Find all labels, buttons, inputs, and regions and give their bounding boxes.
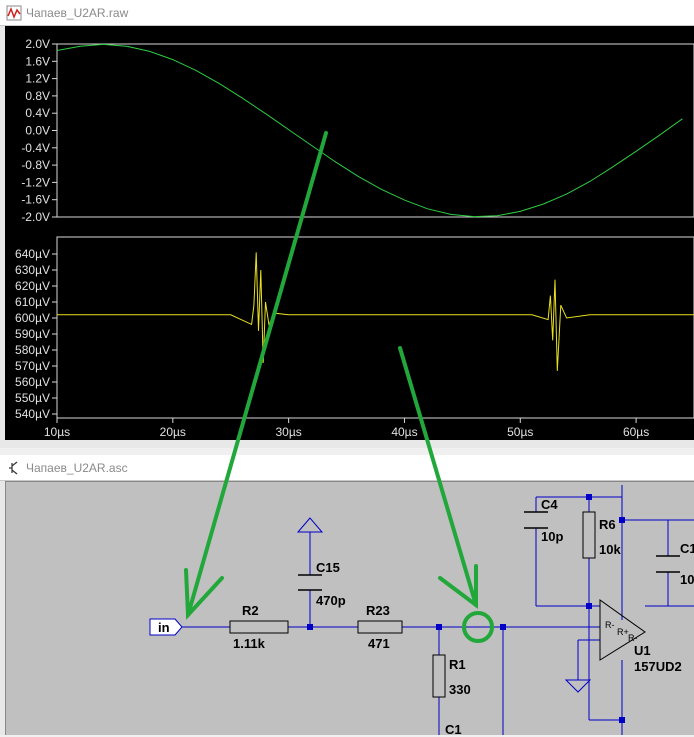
y-tick-label: -2.0V: [21, 210, 50, 224]
y-tick-label: -0.8V: [21, 158, 50, 172]
x-tick-label: 30µs: [276, 425, 302, 439]
trace-top-sine: [56, 43, 683, 218]
y-tick-label: 630µV: [15, 263, 50, 277]
y-tick-label: 640µV: [15, 247, 50, 261]
schematic-window: Чапаев_U2AR.asc: [0, 455, 694, 735]
waveform-titlebar[interactable]: Чапаев_U2AR.raw: [0, 0, 694, 26]
schematic-titlebar[interactable]: Чапаев_U2AR.asc: [0, 455, 694, 481]
y-tick-label: 1.2V: [25, 72, 50, 86]
x-tick-label: 40µs: [391, 425, 417, 439]
waveform-window: Чапаев_U2AR.raw 2.0V 1.6V 1.2V 0.8V 0.4V 0.0V…: [0, 0, 694, 448]
y-tick-label: 610µV: [15, 295, 50, 309]
waveform-viewer-icon: [6, 5, 22, 21]
y-tick-label: -0.4V: [21, 141, 50, 155]
y-tick-label: 540µV: [15, 407, 50, 421]
y-tick-label: 0.4V: [25, 106, 50, 120]
y-tick-label: 0.8V: [25, 89, 50, 103]
plot-canvas[interactable]: 2.0V 1.6V 1.2V 0.8V 0.4V 0.0V -0.4V -0.8V -1.2V -…: [5, 26, 694, 440]
y-tick-label: 580µV: [15, 343, 50, 357]
y-tick-label: 2.0V: [25, 37, 50, 51]
x-tick-label: 10µs: [44, 425, 70, 439]
x-tick-label: 60µs: [623, 425, 649, 439]
y-tick-label: 560µV: [15, 375, 50, 389]
y-tick-label: 600µV: [15, 311, 50, 325]
y-tick-label: 1.6V: [25, 54, 50, 68]
plot-area[interactable]: 2.0V 1.6V 1.2V 0.8V 0.4V 0.0V -0.4V -0.8V -1.2V -…: [5, 26, 694, 440]
y-tick-label: 0.0V: [25, 124, 50, 138]
y-tick-label: 550µV: [15, 391, 50, 405]
pane-top: [56, 43, 694, 218]
y-tick-label: 590µV: [15, 327, 50, 341]
y-tick-label: -1.6V: [21, 193, 50, 207]
y-tick-label: -1.2V: [21, 175, 50, 189]
y-tick-label: 570µV: [15, 359, 50, 373]
schematic-canvas[interactable]: [5, 481, 694, 735]
y-tick-label: 620µV: [15, 279, 50, 293]
schematic-window-title: Чапаев_U2AR.asc: [26, 461, 128, 475]
x-tick-label: 50µs: [507, 425, 533, 439]
schematic-icon: [9, 461, 18, 475]
x-tick-label: 20µs: [160, 425, 186, 439]
pane-bottom: [56, 236, 694, 419]
waveform-window-title: Чапаев_U2AR.raw: [26, 6, 129, 20]
trace-bottom-noise: [57, 252, 694, 371]
